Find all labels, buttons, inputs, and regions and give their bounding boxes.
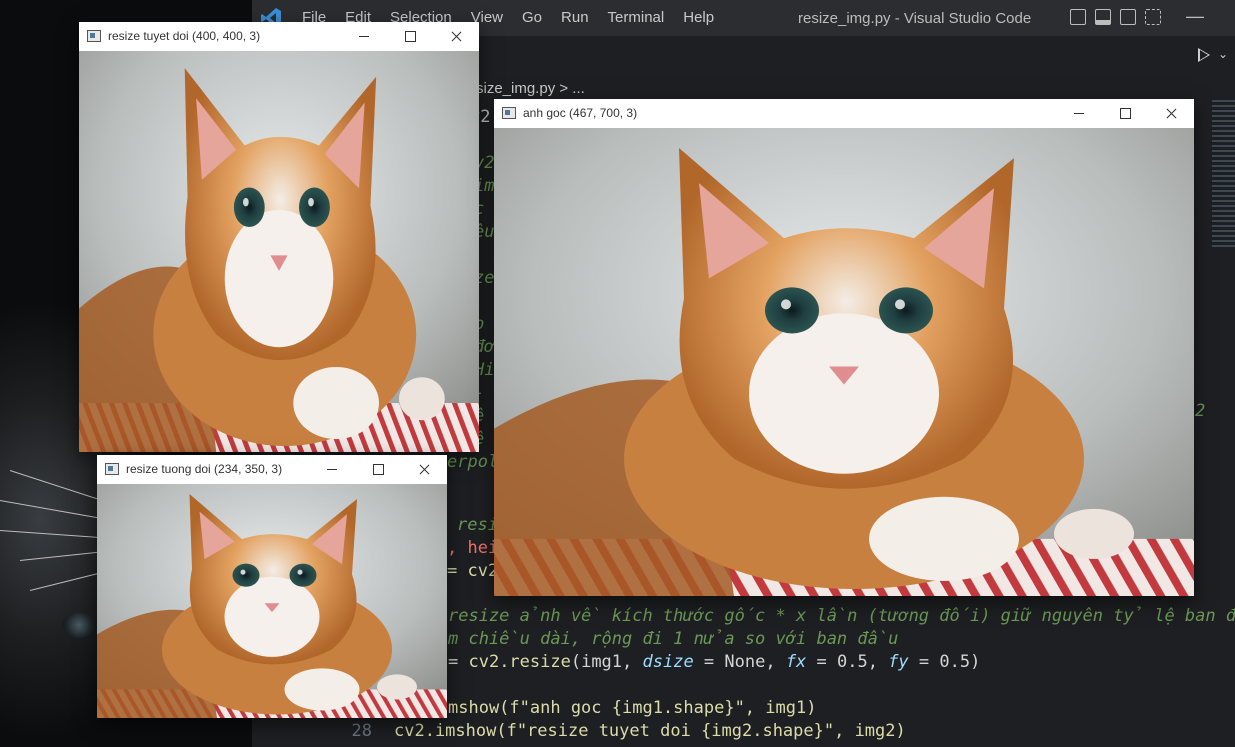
code-fragment: , hei xyxy=(447,538,499,558)
menu-run[interactable]: Run xyxy=(561,9,589,26)
toggle-secondary-sidebar-icon[interactable] xyxy=(1120,9,1136,25)
minimize-button[interactable] xyxy=(341,22,387,51)
code-fragment: erpol xyxy=(447,452,499,472)
run-chevron-down-icon[interactable]: ⌄ xyxy=(1218,47,1228,61)
window-title: resize tuyet doi (400, 400, 3) xyxy=(108,29,261,43)
window-title: anh goc (467, 700, 3) xyxy=(523,106,638,120)
toggle-panel-icon[interactable] xyxy=(1095,9,1111,25)
window-titlebar[interactable]: resize tuong doi (234, 350, 3) xyxy=(97,455,447,484)
breadcrumb[interactable]: size_img.py > ... xyxy=(476,80,585,97)
run-play-icon[interactable] xyxy=(1198,48,1210,62)
menu-terminal[interactable]: Terminal xyxy=(608,9,665,26)
vscode-minimize-button[interactable]: — xyxy=(1186,6,1204,27)
menu-help[interactable]: Help xyxy=(683,9,714,26)
image-view xyxy=(494,128,1194,596)
close-button[interactable] xyxy=(401,455,447,484)
layout-controls xyxy=(1070,9,1161,25)
customize-layout-icon[interactable] xyxy=(1145,9,1161,25)
code-line-resize: = cv2.resize(img1, dsize = None, fx = 0.… xyxy=(448,652,981,672)
window-app-icon xyxy=(502,107,516,119)
minimize-button[interactable] xyxy=(1056,99,1102,128)
maximize-button[interactable] xyxy=(355,455,401,484)
window-titlebar[interactable]: anh goc (467, 700, 3) xyxy=(494,99,1194,128)
image-window-anh-goc[interactable]: anh goc (467, 700, 3) xyxy=(494,99,1194,596)
image-window-resize-tuyet-doi[interactable]: resize tuyet doi (400, 400, 3) xyxy=(79,22,479,452)
kitten-image xyxy=(97,484,447,718)
image-view xyxy=(79,51,479,452)
menu-go[interactable]: Go xyxy=(522,9,542,26)
line-number: 28 xyxy=(351,721,372,741)
image-window-resize-tuong-doi[interactable]: resize tuong doi (234, 350, 3) xyxy=(97,455,447,718)
minimize-button[interactable] xyxy=(309,455,355,484)
window-titlebar[interactable]: resize tuyet doi (400, 400, 3) xyxy=(79,22,479,51)
code-line-imshow: mshow(f"anh goc {img1.shape}", img1) xyxy=(448,698,817,718)
maximize-button[interactable] xyxy=(1102,99,1148,128)
image-view xyxy=(97,484,447,718)
code-line-imshow: cv2.imshow(f"resize tuyet doi {img2.shap… xyxy=(394,721,906,741)
maximize-button[interactable] xyxy=(387,22,433,51)
code-fragment: = cv2 xyxy=(447,561,499,581)
kitten-image xyxy=(79,51,479,452)
kitten-image xyxy=(494,128,1194,596)
toggle-sidebar-icon[interactable] xyxy=(1070,9,1086,25)
window-title: resize tuong doi (234, 350, 3) xyxy=(126,462,283,476)
code-fragment: 2 xyxy=(1195,401,1206,421)
code-fragment: resi xyxy=(457,515,498,535)
minimap[interactable] xyxy=(1212,100,1235,250)
close-button[interactable] xyxy=(433,22,479,51)
window-title: resize_img.py - Visual Studio Code xyxy=(798,10,1032,27)
close-button[interactable] xyxy=(1148,99,1194,128)
window-app-icon xyxy=(87,30,101,42)
code-line-comment: m chiều dài, rộng đi 1 nửa so với ban đầ… xyxy=(448,629,899,649)
cat-eye-graphic xyxy=(62,612,96,638)
code-line-comment: resize ảnh về kích thước gốc * x lần (tư… xyxy=(448,606,1235,626)
window-app-icon xyxy=(105,463,119,475)
